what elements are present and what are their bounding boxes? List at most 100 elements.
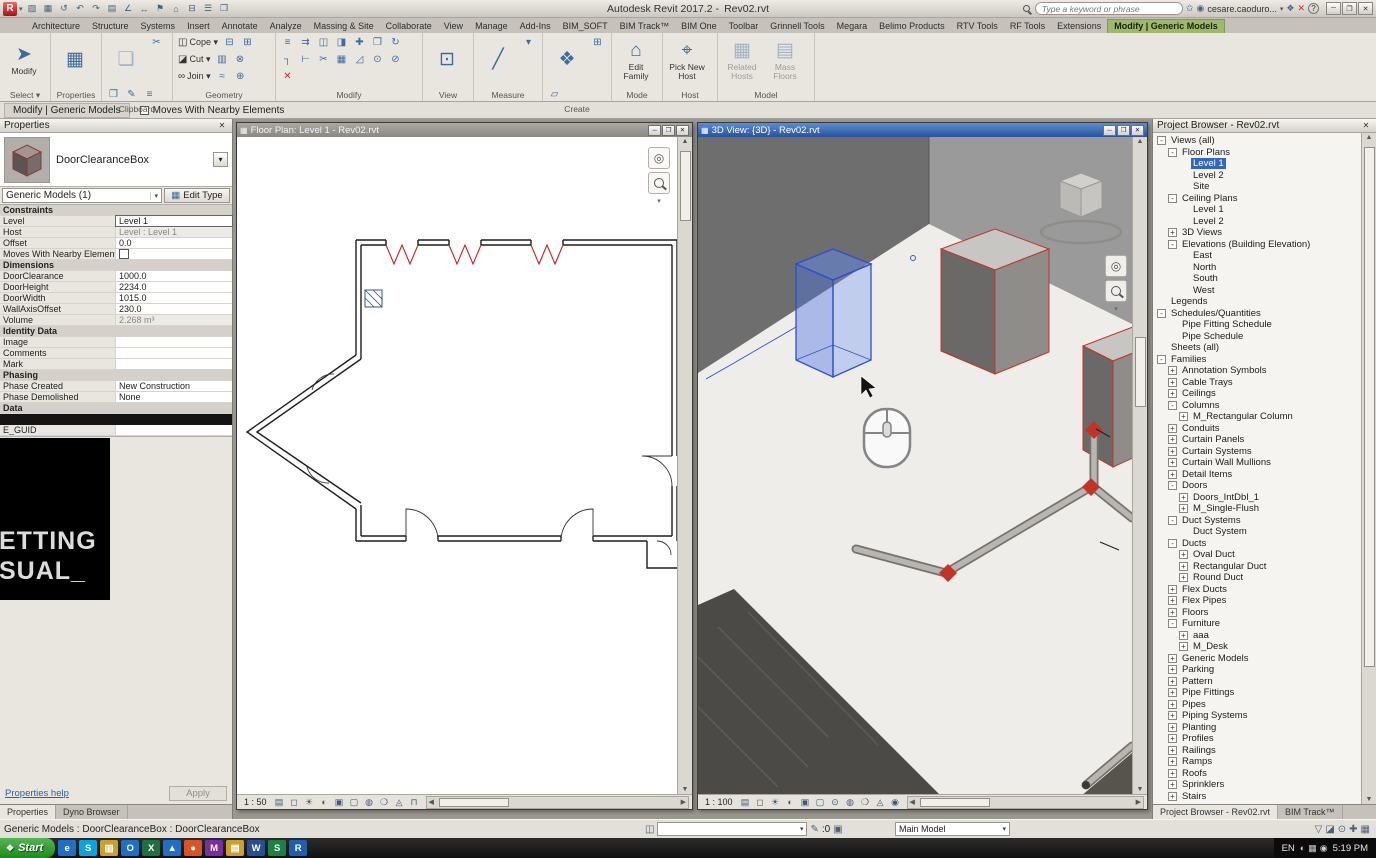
tag-icon[interactable]: ⚑ — [153, 2, 168, 16]
editing-requests-icon[interactable]: ✎ — [810, 824, 818, 835]
design-option-select[interactable]: Main Model ▾ — [895, 822, 1010, 836]
palette-tab[interactable]: BIM Track™ — [1278, 805, 1343, 819]
tree-expander-icon[interactable]: + — [1179, 550, 1188, 560]
thin-lines-icon[interactable]: ☰ — [201, 2, 216, 16]
property-row[interactable]: Phase Demolished None — [0, 392, 232, 403]
tree-expander-icon[interactable]: + — [1168, 377, 1177, 387]
tree-expander-icon[interactable] — [1179, 286, 1188, 295]
temporary-hide-isolate-icon[interactable]: ◍ — [843, 796, 858, 809]
ribbon-tab[interactable]: Annotate — [216, 20, 264, 33]
property-value[interactable] — [116, 249, 232, 259]
property-value[interactable]: 2.268 m³ — [116, 315, 232, 325]
design-options-icon[interactable]: ▣ — [833, 824, 842, 835]
restore-button[interactable]: ❐ — [1342, 2, 1357, 15]
tree-item-label[interactable]: North — [1191, 262, 1218, 273]
tree-item-label[interactable]: Rectangular Duct — [1191, 561, 1268, 572]
join-geometry-button[interactable]: ∞ Join ▾ — [176, 68, 213, 85]
section-icon[interactable]: ⊟ — [185, 2, 200, 16]
vertical-scrollbar[interactable]: ▲ ▼ — [1132, 137, 1147, 794]
tree-item-label[interactable]: Level 1 — [1191, 158, 1226, 170]
tree-expander-icon[interactable]: + — [1168, 688, 1177, 698]
tree-item-label[interactable]: Pipe Fitting Schedule — [1180, 319, 1274, 330]
show-crop-region-icon[interactable]: ▢ — [347, 796, 362, 809]
sign-in-user-icon[interactable]: ◉ — [1196, 3, 1204, 14]
3d-canvas[interactable]: ◎ ▾ ▲ ▼ — [698, 137, 1147, 794]
ribbon-tab[interactable]: Systems — [135, 20, 182, 33]
crop-view-icon[interactable]: ▣ — [332, 796, 347, 809]
tree-item-label[interactable]: Families — [1169, 354, 1208, 365]
tray-network-icon[interactable]: ▦ — [1308, 843, 1317, 854]
favorites-star-icon[interactable]: ✩ — [1186, 3, 1194, 14]
tree-expander-icon[interactable]: + — [1168, 366, 1177, 376]
scroll-left-icon[interactable]: ◀ — [910, 798, 915, 806]
help-icon[interactable]: ? — [1308, 3, 1319, 14]
tree-item[interactable]: Pipe Schedule — [1153, 331, 1361, 343]
scrollbar-thumb[interactable] — [1364, 147, 1375, 667]
property-row[interactable]: Image — [0, 337, 232, 348]
property-row[interactable]: Comments — [0, 348, 232, 359]
tree-expander-icon[interactable]: + — [1179, 412, 1188, 422]
tree-item[interactable]: Site — [1153, 181, 1361, 193]
taskbar-app-folder[interactable]: ▥ — [100, 840, 119, 856]
tree-item-label[interactable]: West — [1191, 285, 1216, 296]
open-icon[interactable]: ▨ — [25, 2, 40, 16]
measure-icon[interactable]: ∠ — [121, 2, 136, 16]
restore-button[interactable]: ❐ — [662, 124, 675, 136]
pin-button[interactable]: ⊙ — [369, 51, 386, 68]
delete-button[interactable]: ✕ — [279, 68, 296, 85]
tree-item-label[interactable]: Legends — [1169, 296, 1209, 307]
scale-button[interactable]: ◿ — [351, 51, 368, 68]
language-indicator[interactable]: EN — [1282, 843, 1295, 854]
tree-item[interactable]: + Ramps — [1153, 756, 1361, 768]
sun-path-icon[interactable]: ☀ — [302, 796, 317, 809]
taskbar-app-revit[interactable]: R — [289, 840, 308, 856]
minimize-button[interactable]: ─ — [1326, 2, 1341, 15]
floorplan-window-titlebar[interactable]: ▦ Floor Plan: Level 1 - Rev02.rvt ─ ❐ ✕ — [237, 123, 692, 137]
taskbar-app-outlook[interactable]: O — [121, 840, 140, 856]
tree-item-label[interactable]: Detail Items — [1180, 469, 1234, 480]
measure-dropdown-button[interactable]: ▾ — [520, 34, 537, 51]
apply-button[interactable]: Apply — [169, 786, 227, 801]
analytical-model-icon[interactable]: ◬ — [873, 796, 888, 809]
tree-item-label[interactable]: Level 2 — [1191, 216, 1226, 227]
tree-item-label[interactable]: Flex Ducts — [1180, 584, 1229, 595]
steering-wheel-icon[interactable]: ◎ — [648, 147, 670, 169]
unpin-button[interactable]: ⊘ — [387, 51, 404, 68]
tree-item-label[interactable]: Views (all) — [1169, 135, 1217, 146]
tree-item[interactable]: + Pattern — [1153, 676, 1361, 688]
tree-expander-icon[interactable] — [1179, 217, 1188, 226]
align-button[interactable]: ≡ — [279, 34, 296, 51]
scroll-down-icon[interactable]: ▼ — [682, 786, 689, 793]
tree-item-label[interactable]: East — [1191, 250, 1214, 261]
crop-view-icon[interactable]: ▣ — [798, 796, 813, 809]
default-3d-view-icon[interactable]: ⌂ — [169, 2, 184, 16]
property-value[interactable]: New Construction — [116, 381, 232, 391]
close-icon[interactable]: ✕ — [216, 120, 228, 131]
tree-item-label[interactable]: Ceiling Plans — [1180, 193, 1239, 204]
scroll-left-icon[interactable]: ◀ — [429, 798, 434, 806]
clipboard-more-button[interactable]: ≡ — [141, 86, 158, 103]
ribbon-tab[interactable]: BIM_SOFT — [557, 20, 614, 33]
scroll-up-icon[interactable]: ▲ — [1366, 134, 1373, 141]
tree-expander-icon[interactable]: - — [1157, 354, 1166, 364]
property-value[interactable]: None — [116, 392, 232, 402]
tree-item[interactable]: + 3D Views — [1153, 227, 1361, 239]
tree-expander-icon[interactable] — [1179, 263, 1188, 272]
tree-item[interactable]: + Pipes — [1153, 699, 1361, 711]
cope-remove-button[interactable]: ⊟ — [221, 34, 238, 51]
property-row[interactable]: Moves With Nearby Elements — [0, 249, 232, 260]
tree-item[interactable]: + Ceilings — [1153, 388, 1361, 400]
tree-item[interactable]: - Views (all) — [1153, 135, 1361, 147]
match-type-button[interactable]: ✎ — [123, 86, 140, 103]
tree-expander-icon[interactable]: + — [1179, 504, 1188, 514]
properties-help-link[interactable]: Properties help — [5, 788, 69, 799]
3d-scene[interactable] — [698, 137, 1132, 794]
tree-expander-icon[interactable]: + — [1168, 734, 1177, 744]
ribbon-tab[interactable]: Insert — [181, 20, 216, 33]
scroll-down-icon[interactable]: ▼ — [1137, 786, 1144, 793]
tree-expander-icon[interactable]: + — [1168, 446, 1177, 456]
tree-item[interactable]: - Schedules/Quantities — [1153, 308, 1361, 320]
ribbon-tab[interactable]: Modify | Generic Models — [1107, 19, 1225, 33]
tree-item-label[interactable]: Generic Models — [1180, 653, 1251, 664]
selected-door-clearance-box[interactable] — [794, 248, 873, 379]
